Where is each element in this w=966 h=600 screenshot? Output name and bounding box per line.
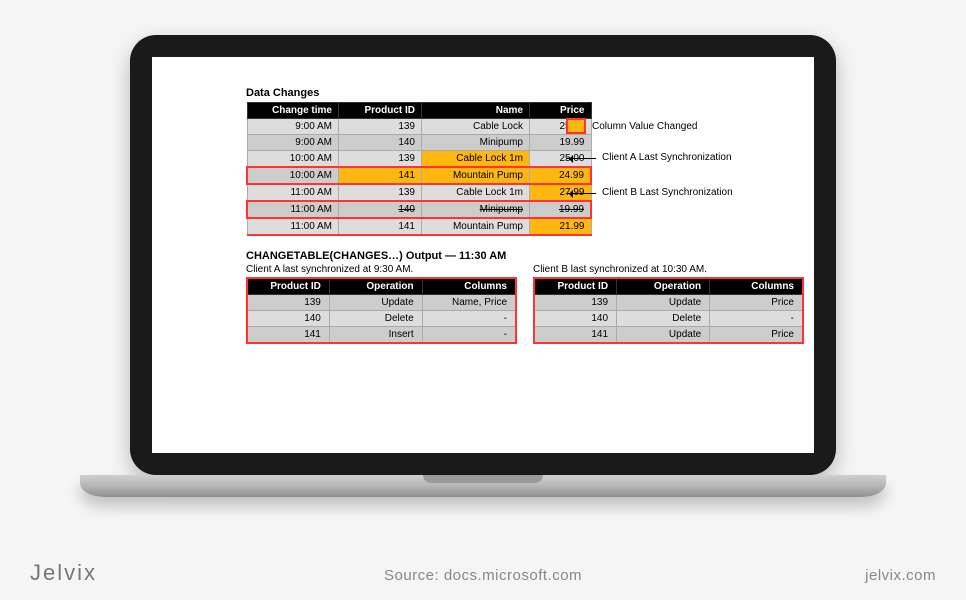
client-b-caption: Client B last synchronized at 10:30 AM. [533, 264, 804, 275]
table-cell: 139 [339, 151, 422, 168]
table-cell: Mountain Pump [422, 167, 530, 184]
table-cell: 21.99 [530, 218, 592, 235]
table-cell: 11:00 AM [247, 184, 339, 201]
table-cell: 141 [339, 167, 422, 184]
table-cell: - [422, 327, 516, 344]
table-row: 139UpdatePrice [534, 295, 803, 311]
table-cell: 9:00 AM [247, 135, 339, 151]
table-cell: 141 [339, 218, 422, 235]
table-header: Operation [329, 278, 422, 295]
table-header: Product ID [247, 278, 329, 295]
client-a-block: Client A last synchronized at 9:30 AM. P… [246, 264, 517, 344]
table-cell: Minipump [422, 135, 530, 151]
table-row: 11:00 AM140Minipump19.99 [247, 201, 591, 218]
client-b-table: Product IDOperationColumns 139UpdatePric… [533, 277, 804, 344]
table-cell: Update [617, 327, 710, 344]
arrow-left-icon [566, 193, 596, 194]
table-header: Product ID [339, 103, 422, 119]
table-row: 11:00 AM141Mountain Pump21.99 [247, 218, 591, 235]
table-cell: Cable Lock [422, 119, 530, 135]
source-label: Source: docs.microsoft.com [0, 567, 966, 584]
legend: Column Value Changed Client A Last Synch… [566, 118, 733, 202]
client-a-table: Product IDOperationColumns 139UpdateName… [246, 277, 517, 344]
table-header: Columns [422, 278, 516, 295]
table-row: 10:00 AM139Cable Lock 1m25.00 [247, 151, 591, 168]
table-cell: - [710, 311, 803, 327]
table-cell: Minipump [422, 201, 530, 218]
laptop-base [80, 475, 886, 497]
table-header: Change time [247, 103, 339, 119]
table-cell: Delete [329, 311, 422, 327]
table-cell: 139 [339, 184, 422, 201]
table-header: Columns [710, 278, 803, 295]
table-header: Price [530, 103, 592, 119]
table-cell: - [422, 311, 516, 327]
section1-title: Data Changes [246, 87, 804, 99]
swatch-icon [566, 118, 586, 134]
data-changes-table: Change timeProduct IDNamePrice 9:00 AM13… [246, 102, 592, 236]
table-cell: 11:00 AM [247, 218, 339, 235]
table-row: 141UpdatePrice [534, 327, 803, 344]
arrow-left-icon [566, 158, 596, 159]
table-row: 139UpdateName, Price [247, 295, 516, 311]
table-cell: Insert [329, 327, 422, 344]
table-row: 10:00 AM141Mountain Pump24.99 [247, 167, 591, 184]
site-link: jelvix.com [865, 567, 936, 584]
table-cell: 10:00 AM [247, 151, 339, 168]
table-row: 11:00 AM139Cable Lock 1m27.99 [247, 184, 591, 201]
section2: CHANGETABLE(CHANGES…) Output — 11:30 AM … [246, 250, 804, 344]
table-cell: 141 [534, 327, 617, 344]
client-a-caption: Client A last synchronized at 9:30 AM. [246, 264, 517, 275]
table-cell: Price [710, 295, 803, 311]
table-cell: Update [329, 295, 422, 311]
table-cell: 19.99 [530, 201, 592, 218]
table-cell: 139 [247, 295, 329, 311]
table-cell: Mountain Pump [422, 218, 530, 235]
table-header: Name [422, 103, 530, 119]
section2-title: CHANGETABLE(CHANGES…) Output — 11:30 AM [246, 250, 804, 262]
table-cell: Update [617, 295, 710, 311]
client-b-block: Client B last synchronized at 10:30 AM. … [533, 264, 804, 344]
legend-column-changed: Column Value Changed [566, 118, 733, 136]
laptop-screen: Data Changes Change timeProduct IDNamePr… [152, 57, 814, 453]
table-cell: 141 [247, 327, 329, 344]
table-row: 9:00 AM139Cable Lock25.00 [247, 119, 591, 135]
table-cell: Name, Price [422, 295, 516, 311]
table-cell: Cable Lock 1m [422, 151, 530, 168]
table-cell: 139 [339, 119, 422, 135]
table-cell: 11:00 AM [247, 201, 339, 218]
table-row: 9:00 AM140Minipump19.99 [247, 135, 591, 151]
slide-content: Data Changes Change timeProduct IDNamePr… [246, 87, 804, 344]
table-cell: 140 [247, 311, 329, 327]
table-cell: 10:00 AM [247, 167, 339, 184]
table-header: Product ID [534, 278, 617, 295]
table-header: Operation [617, 278, 710, 295]
table-cell: 140 [339, 135, 422, 151]
table-cell: 139 [534, 295, 617, 311]
table-row: 141Insert- [247, 327, 516, 344]
legend-client-a: Client A Last Synchronization [566, 149, 733, 167]
table-cell: 140 [534, 311, 617, 327]
table-row: 140Delete- [247, 311, 516, 327]
laptop-frame: Data Changes Change timeProduct IDNamePr… [130, 35, 836, 475]
table-row: 140Delete- [534, 311, 803, 327]
table-cell: Cable Lock 1m [422, 184, 530, 201]
table-cell: 140 [339, 201, 422, 218]
table-cell: Price [710, 327, 803, 344]
table-cell: 9:00 AM [247, 119, 339, 135]
legend-client-b: Client B Last Synchronization [566, 184, 733, 202]
table-cell: Delete [617, 311, 710, 327]
legend-changed-label: Column Value Changed [592, 121, 697, 132]
legend-client-a-label: Client A Last Synchronization [602, 149, 732, 167]
legend-client-b-label: Client B Last Synchronization [602, 184, 733, 202]
